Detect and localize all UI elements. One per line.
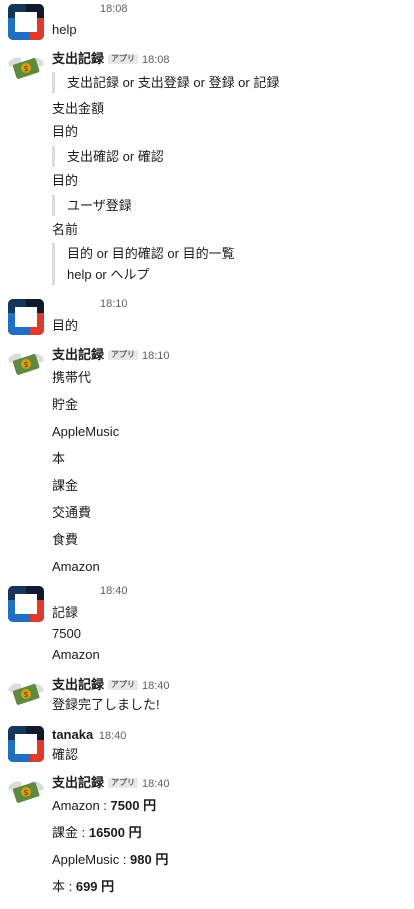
sender-name[interactable]: 支出記録 [52,775,104,790]
message-feed: 18:08 help $ 支出記録 アプリ 18:08 支出記録 or 支出登録 o… [0,0,414,909]
expense-label: Amazon : [52,798,111,813]
message-text: 目的 [52,124,79,139]
sender-name[interactable]: 支出記録 [52,51,104,66]
message-text: 支出確認 or 確認 [67,149,164,164]
list-item: 食費 [52,532,79,547]
list-item: 課金 [52,478,79,493]
quote-block: 支出確認 or 確認 [52,146,406,167]
quote-block: 目的 or 目的確認 or 目的一覧 help or ヘルプ [52,243,406,285]
message-text: 支出金額 [52,101,105,116]
user-avatar[interactable] [8,726,44,762]
quote-block: ユーザ登録 [52,195,406,216]
list-item: 交通費 [52,505,92,520]
app-badge: アプリ [108,778,139,788]
user-avatar[interactable] [8,4,44,40]
expense-amount: 699 円 [75,879,115,894]
user-avatar[interactable] [8,299,44,335]
expense-amount: 980 円 [130,852,169,867]
message-time[interactable]: 18:08 [100,3,128,15]
expense-amount: 7500 円 [110,798,157,813]
expense-row: Amazon : 7500 円 [52,792,406,819]
expense-label: AppleMusic : [52,852,131,867]
message-text: 目的 [52,173,79,188]
message-text: 目的 [52,318,79,333]
message-text: Amazon [52,647,100,662]
expense-row: AppleMusic : 980 円 [52,846,406,873]
list-item: 貯金 [52,397,79,412]
sender-name[interactable]: 支出記録 [52,347,104,362]
sender-name[interactable]: 支出記録 [52,677,104,692]
list-item: AppleMusic [52,424,120,439]
app-badge: アプリ [108,350,139,360]
money-wings-icon[interactable]: $ [8,676,44,712]
money-wings-icon[interactable]: $ [8,346,44,382]
expense-row: 課金 : 16500 円 [52,819,406,846]
list-item: Amazon [52,559,100,574]
svg-text:$: $ [23,788,28,797]
message-text: 記録 [52,605,79,620]
message-text: 目的 or 目的確認 or 目的一覧 [67,246,235,261]
money-wings-icon[interactable]: $ [8,774,44,810]
message-text: 支出記録 or 支出登録 or 登録 or 記録 [67,75,280,90]
money-wings-icon[interactable]: $ [8,50,44,86]
svg-text:$: $ [23,64,28,73]
message-time[interactable]: 18:10 [142,350,170,362]
message-text: 確認 [52,747,79,762]
message-text: help [52,22,77,37]
message-text: 7500 [52,626,81,641]
svg-text:$: $ [23,360,28,369]
message-time[interactable]: 18:10 [100,298,128,310]
message-text: 登録完了しました! [52,697,160,712]
message-time[interactable]: 18:40 [100,585,128,597]
list-item: 本 [52,451,66,466]
message-text: help or ヘルプ [67,267,150,282]
expense-row: 本 : 699 円 [52,873,406,900]
app-badge: アプリ [108,54,139,64]
expense-amount: 16500 円 [88,825,142,840]
message-time[interactable]: 18:40 [142,680,170,692]
expense-label: 課金 : [52,825,89,840]
sender-name[interactable]: tanaka [52,727,93,742]
list-item: 携帯代 [52,370,92,385]
quote-block: 支出記録 or 支出登録 or 登録 or 記録 [52,72,406,93]
message-text: 名前 [52,222,79,237]
svg-text:$: $ [23,690,28,699]
app-badge: アプリ [108,680,139,690]
user-avatar[interactable] [8,586,44,622]
message-time[interactable]: 18:40 [142,778,170,790]
message-time[interactable]: 18:08 [142,54,170,66]
expense-label: 本 : [52,879,76,894]
message-text: ユーザ登録 [67,198,132,213]
message-time[interactable]: 18:40 [99,730,127,742]
